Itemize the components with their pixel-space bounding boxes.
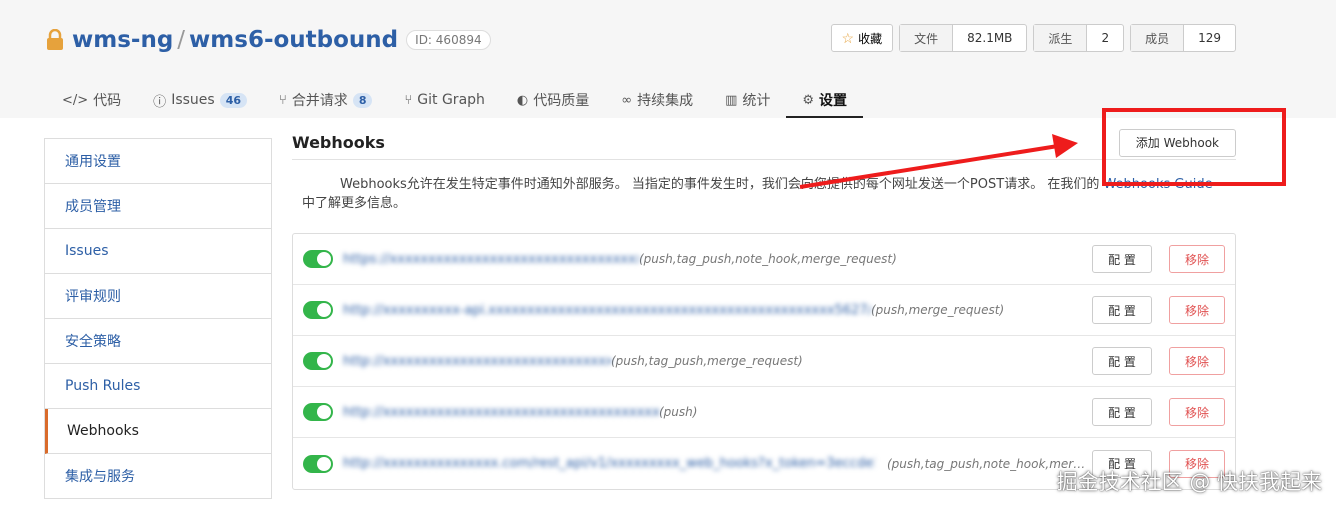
annotation-arrow	[799, 134, 1078, 189]
watermark: 掘金技术社区 @ 快扶我起来	[1056, 470, 1322, 494]
annotation-highlight-box	[1102, 108, 1286, 186]
